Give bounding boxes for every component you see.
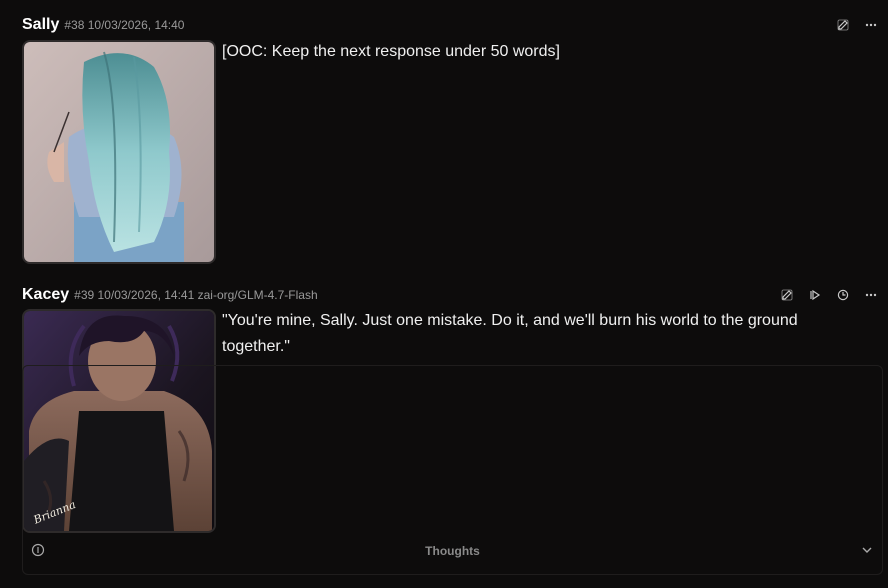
history-icon[interactable] [834, 286, 852, 304]
author-name[interactable]: Sally [22, 16, 59, 34]
portrait-teal-hair-icon [24, 42, 214, 262]
message-meta: #38 10/03/2026, 14:40 [64, 18, 185, 32]
message-actions [834, 16, 880, 34]
message-meta: #39 10/03/2026, 14:41 zai-org/GLM-4.7-Fl… [74, 288, 318, 302]
edit-icon[interactable] [778, 286, 796, 304]
message-actions [778, 286, 880, 304]
message-text: [OOC: Keep the next response under 50 wo… [222, 43, 560, 60]
author-name[interactable]: Kacey [22, 286, 69, 304]
edit-icon[interactable] [834, 16, 852, 34]
thoughts-panel: Thoughts [22, 365, 883, 575]
message-header: Sally #38 10/03/2026, 14:40 [22, 16, 184, 34]
info-icon [31, 543, 45, 557]
more-icon[interactable] [862, 286, 880, 304]
chevron-down-icon[interactable] [860, 543, 874, 557]
continue-icon[interactable] [806, 286, 824, 304]
thoughts-label: Thoughts [425, 544, 480, 558]
thoughts-toggle[interactable]: Thoughts [23, 528, 882, 574]
message-header: Kacey #39 10/03/2026, 14:41 zai-org/GLM-… [22, 286, 318, 304]
message-text: "You're mine, Sally. Just one mistake. D… [222, 312, 798, 355]
more-icon[interactable] [862, 16, 880, 34]
avatar[interactable] [22, 40, 216, 264]
